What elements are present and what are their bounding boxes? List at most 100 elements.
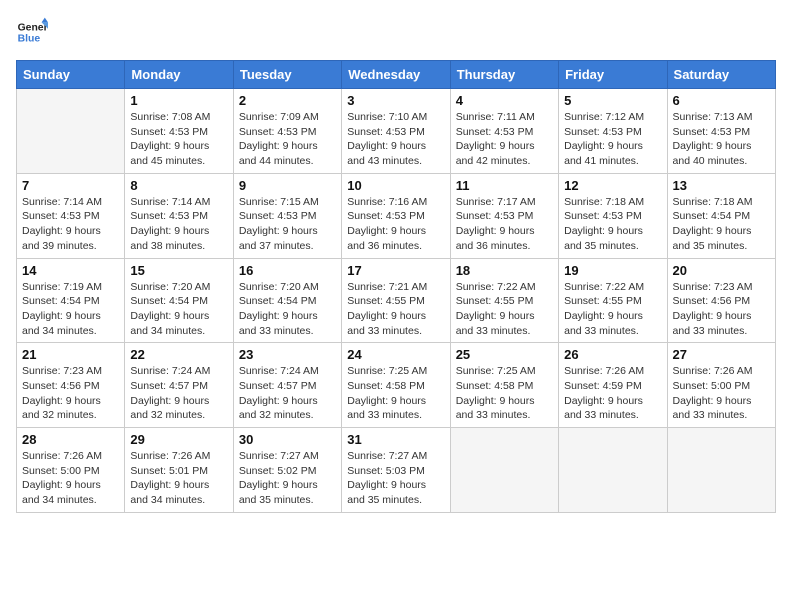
day-info: Sunrise: 7:10 AM Sunset: 4:53 PM Dayligh… <box>347 110 444 169</box>
day-info: Sunrise: 7:08 AM Sunset: 4:53 PM Dayligh… <box>130 110 227 169</box>
weekday-header-saturday: Saturday <box>667 61 775 89</box>
day-number: 30 <box>239 432 336 447</box>
day-info: Sunrise: 7:15 AM Sunset: 4:53 PM Dayligh… <box>239 195 336 254</box>
day-number: 4 <box>456 93 553 108</box>
day-info: Sunrise: 7:22 AM Sunset: 4:55 PM Dayligh… <box>564 280 661 339</box>
calendar-cell <box>559 428 667 513</box>
calendar-cell: 29 Sunrise: 7:26 AM Sunset: 5:01 PM Dayli… <box>125 428 233 513</box>
calendar-cell <box>450 428 558 513</box>
weekday-header-sunday: Sunday <box>17 61 125 89</box>
calendar-cell: 19 Sunrise: 7:22 AM Sunset: 4:55 PM Dayli… <box>559 258 667 343</box>
calendar-cell: 2Sunrise: 7:09 AM Sunset: 4:53 PM Daylig… <box>233 89 341 174</box>
calendar-cell: 17 Sunrise: 7:21 AM Sunset: 4:55 PM Dayli… <box>342 258 450 343</box>
day-number: 24 <box>347 347 444 362</box>
calendar-cell: 25 Sunrise: 7:25 AM Sunset: 4:58 PM Dayli… <box>450 343 558 428</box>
day-number: 19 <box>564 263 661 278</box>
day-info: Sunrise: 7:24 AM Sunset: 4:57 PM Dayligh… <box>130 364 227 423</box>
day-number: 23 <box>239 347 336 362</box>
calendar-cell: 22 Sunrise: 7:24 AM Sunset: 4:57 PM Dayli… <box>125 343 233 428</box>
day-info: Sunrise: 7:27 AM Sunset: 5:02 PM Dayligh… <box>239 449 336 508</box>
calendar-cell: 13 Sunrise: 7:18 AM Sunset: 4:54 PM Dayli… <box>667 173 775 258</box>
calendar-cell: 11 Sunrise: 7:17 AM Sunset: 4:53 PM Dayli… <box>450 173 558 258</box>
day-number: 10 <box>347 178 444 193</box>
calendar-cell: 3Sunrise: 7:10 AM Sunset: 4:53 PM Daylig… <box>342 89 450 174</box>
day-number: 22 <box>130 347 227 362</box>
week-row-3: 14 Sunrise: 7:19 AM Sunset: 4:54 PM Dayli… <box>17 258 776 343</box>
calendar-cell: 1 Sunrise: 7:08 AM Sunset: 4:53 PM Daylig… <box>125 89 233 174</box>
calendar-cell: 26 Sunrise: 7:26 AM Sunset: 4:59 PM Dayli… <box>559 343 667 428</box>
day-info: Sunrise: 7:17 AM Sunset: 4:53 PM Dayligh… <box>456 195 553 254</box>
day-info: Sunrise: 7:27 AM Sunset: 5:03 PM Dayligh… <box>347 449 444 508</box>
weekday-header-friday: Friday <box>559 61 667 89</box>
calendar-cell: 6 Sunrise: 7:13 AM Sunset: 4:53 PM Daylig… <box>667 89 775 174</box>
day-number: 28 <box>22 432 119 447</box>
calendar-cell: 10Sunrise: 7:16 AM Sunset: 4:53 PM Dayli… <box>342 173 450 258</box>
week-row-5: 28 Sunrise: 7:26 AM Sunset: 5:00 PM Dayli… <box>17 428 776 513</box>
calendar-cell: 9Sunrise: 7:15 AM Sunset: 4:53 PM Daylig… <box>233 173 341 258</box>
day-number: 11 <box>456 178 553 193</box>
calendar-table: SundayMondayTuesdayWednesdayThursdayFrid… <box>16 60 776 513</box>
day-info: Sunrise: 7:23 AM Sunset: 4:56 PM Dayligh… <box>22 364 119 423</box>
calendar-cell: 30 Sunrise: 7:27 AM Sunset: 5:02 PM Dayli… <box>233 428 341 513</box>
day-number: 27 <box>673 347 770 362</box>
day-number: 14 <box>22 263 119 278</box>
day-info: Sunrise: 7:12 AM Sunset: 4:53 PM Dayligh… <box>564 110 661 169</box>
day-number: 17 <box>347 263 444 278</box>
calendar-cell <box>667 428 775 513</box>
day-number: 1 <box>130 93 227 108</box>
day-number: 13 <box>673 178 770 193</box>
day-info: Sunrise: 7:26 AM Sunset: 5:01 PM Dayligh… <box>130 449 227 508</box>
day-info: Sunrise: 7:18 AM Sunset: 4:53 PM Dayligh… <box>564 195 661 254</box>
day-number: 6 <box>673 93 770 108</box>
weekday-header-tuesday: Tuesday <box>233 61 341 89</box>
weekday-header-thursday: Thursday <box>450 61 558 89</box>
day-info: Sunrise: 7:09 AM Sunset: 4:53 PM Dayligh… <box>239 110 336 169</box>
svg-text:Blue: Blue <box>18 34 41 45</box>
calendar-cell: 8Sunrise: 7:14 AM Sunset: 4:53 PM Daylig… <box>125 173 233 258</box>
day-info: Sunrise: 7:25 AM Sunset: 4:58 PM Dayligh… <box>347 364 444 423</box>
day-info: Sunrise: 7:14 AM Sunset: 4:53 PM Dayligh… <box>22 195 119 254</box>
day-info: Sunrise: 7:22 AM Sunset: 4:55 PM Dayligh… <box>456 280 553 339</box>
calendar-cell: 27 Sunrise: 7:26 AM Sunset: 5:00 PM Dayli… <box>667 343 775 428</box>
calendar-cell: 31 Sunrise: 7:27 AM Sunset: 5:03 PM Dayli… <box>342 428 450 513</box>
day-info: Sunrise: 7:20 AM Sunset: 4:54 PM Dayligh… <box>239 280 336 339</box>
week-row-2: 7 Sunrise: 7:14 AM Sunset: 4:53 PM Daylig… <box>17 173 776 258</box>
logo-icon: General Blue <box>16 16 48 48</box>
day-info: Sunrise: 7:26 AM Sunset: 5:00 PM Dayligh… <box>673 364 770 423</box>
week-row-1: 1 Sunrise: 7:08 AM Sunset: 4:53 PM Daylig… <box>17 89 776 174</box>
day-number: 16 <box>239 263 336 278</box>
calendar-cell: 4Sunrise: 7:11 AM Sunset: 4:53 PM Daylig… <box>450 89 558 174</box>
day-number: 29 <box>130 432 227 447</box>
calendar-body: 1 Sunrise: 7:08 AM Sunset: 4:53 PM Daylig… <box>17 89 776 513</box>
day-number: 26 <box>564 347 661 362</box>
day-info: Sunrise: 7:26 AM Sunset: 5:00 PM Dayligh… <box>22 449 119 508</box>
day-number: 15 <box>130 263 227 278</box>
logo: General Blue <box>16 16 48 48</box>
day-info: Sunrise: 7:26 AM Sunset: 4:59 PM Dayligh… <box>564 364 661 423</box>
calendar-cell: 24 Sunrise: 7:25 AM Sunset: 4:58 PM Dayli… <box>342 343 450 428</box>
day-number: 20 <box>673 263 770 278</box>
calendar-cell: 14 Sunrise: 7:19 AM Sunset: 4:54 PM Dayli… <box>17 258 125 343</box>
week-row-4: 21Sunrise: 7:23 AM Sunset: 4:56 PM Dayli… <box>17 343 776 428</box>
day-info: Sunrise: 7:14 AM Sunset: 4:53 PM Dayligh… <box>130 195 227 254</box>
day-number: 25 <box>456 347 553 362</box>
day-number: 7 <box>22 178 119 193</box>
day-info: Sunrise: 7:25 AM Sunset: 4:58 PM Dayligh… <box>456 364 553 423</box>
day-info: Sunrise: 7:19 AM Sunset: 4:54 PM Dayligh… <box>22 280 119 339</box>
day-info: Sunrise: 7:23 AM Sunset: 4:56 PM Dayligh… <box>673 280 770 339</box>
day-number: 18 <box>456 263 553 278</box>
calendar-cell <box>17 89 125 174</box>
day-info: Sunrise: 7:18 AM Sunset: 4:54 PM Dayligh… <box>673 195 770 254</box>
weekday-header-row: SundayMondayTuesdayWednesdayThursdayFrid… <box>17 61 776 89</box>
day-info: Sunrise: 7:13 AM Sunset: 4:53 PM Dayligh… <box>673 110 770 169</box>
calendar-cell: 7 Sunrise: 7:14 AM Sunset: 4:53 PM Daylig… <box>17 173 125 258</box>
day-number: 12 <box>564 178 661 193</box>
day-number: 5 <box>564 93 661 108</box>
calendar-cell: 5 Sunrise: 7:12 AM Sunset: 4:53 PM Daylig… <box>559 89 667 174</box>
calendar-cell: 28 Sunrise: 7:26 AM Sunset: 5:00 PM Dayli… <box>17 428 125 513</box>
weekday-header-wednesday: Wednesday <box>342 61 450 89</box>
calendar-cell: 20 Sunrise: 7:23 AM Sunset: 4:56 PM Dayli… <box>667 258 775 343</box>
day-number: 31 <box>347 432 444 447</box>
day-info: Sunrise: 7:21 AM Sunset: 4:55 PM Dayligh… <box>347 280 444 339</box>
calendar-cell: 12 Sunrise: 7:18 AM Sunset: 4:53 PM Dayli… <box>559 173 667 258</box>
